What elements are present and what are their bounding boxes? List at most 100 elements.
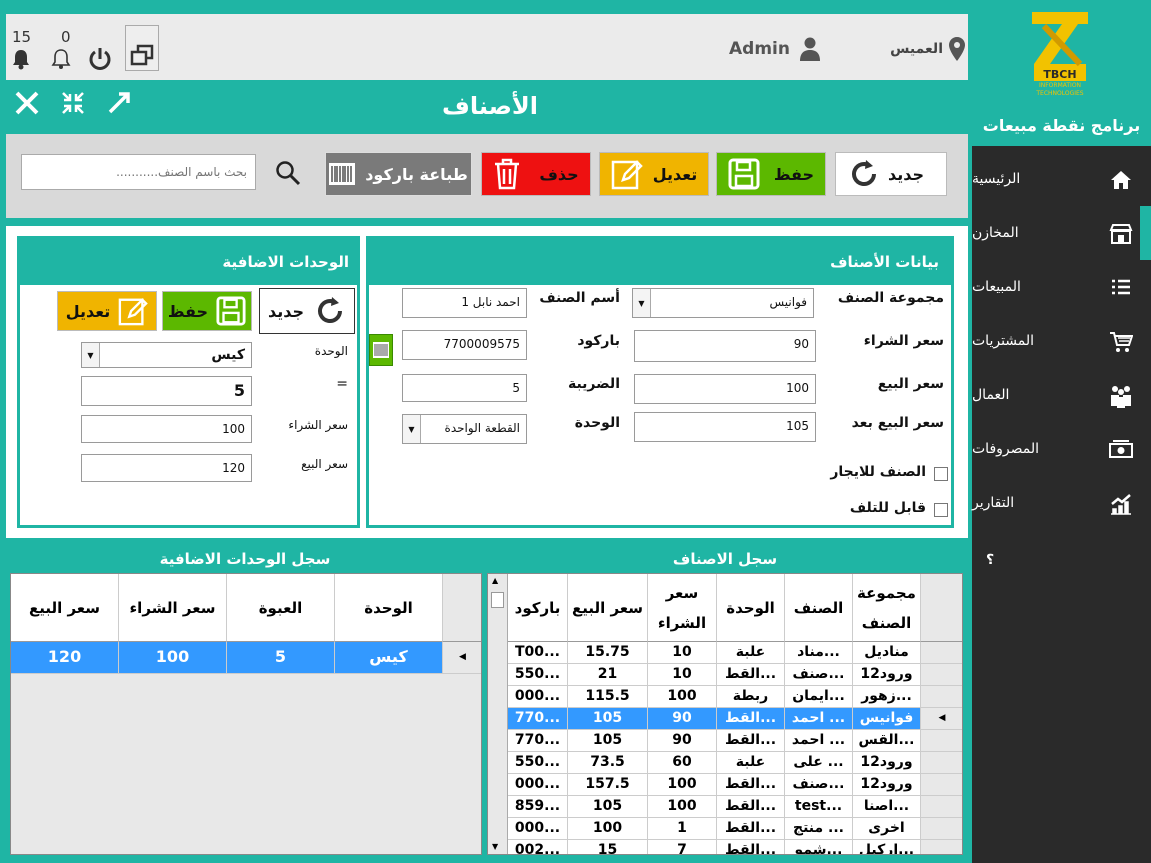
table-cell: 550... [508,664,568,686]
sidebar-item-chart[interactable]: التقارير [972,476,1151,530]
sidebar-item-label: الرئيسية [972,171,1021,187]
rent-label: الصنف للايجار [830,464,926,480]
workers-icon [1111,386,1131,408]
table-cell: احمد ... [785,708,853,730]
scroll-down-icon[interactable]: ▼ [492,842,498,851]
row-header[interactable] [921,752,962,774]
table-row[interactable]: 770... 105 90 القط... احمد ... القس... [508,730,962,752]
items-grid-scrollbar[interactable]: ▲ ▼ [488,574,508,854]
row-header[interactable] [921,774,962,796]
damage-checkbox[interactable] [934,503,948,517]
table-cell: كيس [335,642,443,674]
units-edit-button[interactable]: تعديل [57,291,157,331]
sidebar-item-label: المشتريات [972,333,1035,349]
help-link[interactable]: ؟ [986,552,994,568]
units-save-button[interactable]: حفظ [162,291,252,331]
search-icon[interactable] [275,160,301,186]
name-input[interactable]: احمد نابل 1 [402,288,527,318]
units-new-button[interactable]: جديد [259,288,355,334]
buy-price-input[interactable]: 90 [634,330,816,362]
row-header[interactable]: ◀ [443,642,481,674]
table-row[interactable]: 550... 21 10 القط... صنف... ورود12 [508,664,962,686]
table-cell: القط... [717,796,785,818]
maximize-icon[interactable] [106,90,132,116]
location: العميس [850,34,965,64]
sidebar-item-workers[interactable]: العمال [972,368,1151,422]
sidebar-item-home[interactable]: الرئيسية [972,152,1151,206]
col-u-sell[interactable]: سعر البيع [11,574,119,642]
col-item[interactable]: الصنف [785,574,853,642]
table-cell: 100 [648,774,717,796]
tax-input[interactable]: 5 [402,374,527,402]
col-group[interactable]: مجموعة الصنف [853,574,921,642]
store-icon [1109,224,1133,244]
generate-barcode-button[interactable] [369,334,393,366]
sell-price-input[interactable]: 100 [634,374,816,404]
new-button[interactable]: جديد [835,152,947,196]
unit-select[interactable]: ▼ القطعة الواحدة [402,414,527,444]
sell-after-input[interactable]: 105 [634,412,816,442]
units-unit-select[interactable]: ▼ كيس [81,342,252,368]
table-cell: فوانيس [853,708,921,730]
close-icon[interactable] [14,90,40,116]
print-barcode-button[interactable]: طباعة باركود [325,152,472,196]
row-header[interactable] [921,686,962,708]
search-input[interactable] [21,154,256,190]
table-cell: 000... [508,774,568,796]
units-equals-input[interactable]: 5 [81,376,252,406]
col-unit[interactable]: الوحدة [717,574,785,642]
table-cell: T00... [508,642,568,664]
restore-window-button[interactable] [125,25,159,71]
group-select[interactable]: ▼ فوانيس [632,288,814,318]
table-row[interactable]: 859... 105 100 القط... test... اصنا... [508,796,962,818]
table-row[interactable]: 000... 115.5 100 ربطة ايمان... زهور... [508,686,962,708]
table-row[interactable]: T00... 15.75 10 علبة مناد... مناديل [508,642,962,664]
barcode-input[interactable]: 7700009575 [402,330,527,360]
table-cell: 100 [568,818,648,840]
table-row[interactable]: 770... 105 90 القط... احمد ... فوانيس ◀ [508,708,962,730]
units-buy-input[interactable]: 100 [81,415,252,443]
row-header[interactable] [921,730,962,752]
table-cell: القط... [717,664,785,686]
table-cell: القط... [717,730,785,752]
table-row[interactable]: 550... 73.5 60 علبة على ... ورود12 [508,752,962,774]
row-header[interactable] [921,642,962,664]
units-form-title: الوحدات الاضافية [20,239,357,285]
row-header[interactable] [921,818,962,840]
sidebar-item-store[interactable]: المخازن [972,206,1151,260]
scroll-thumb[interactable] [491,592,504,608]
table-row[interactable]: 000... 100 1 القط... منتج ... اخرى [508,818,962,840]
save-button[interactable]: حفظ [716,152,826,196]
sidebar-item-list[interactable]: المبيعات [972,260,1151,314]
user-menu[interactable]: Admin [700,34,820,64]
row-header[interactable] [921,664,962,686]
rent-checkbox[interactable] [934,467,948,481]
alerts-icon[interactable]: 0 [50,28,72,72]
col-sell[interactable]: سعر البيع [568,574,648,642]
delete-button[interactable]: حذف [481,152,591,196]
sidebar-item-cart[interactable]: المشتريات [972,314,1151,368]
power-icon[interactable] [87,46,113,72]
table-row[interactable]: 002... 15 7 القط... شمو... اركيل... [508,840,962,854]
col-u-buy[interactable]: سعر الشراء [119,574,227,642]
table-cell: 10 [648,642,717,664]
row-header[interactable] [921,840,962,854]
edit-button[interactable]: تعديل [599,152,709,196]
scroll-up-icon[interactable]: ▲ [492,576,498,585]
units-new-label: جديد [267,301,305,321]
row-header[interactable]: ◀ [921,708,962,730]
barcode-icon [329,163,356,185]
col-u-pack[interactable]: العبوة [227,574,335,642]
col-buy[interactable]: سعر الشراء [648,574,717,642]
row-header[interactable] [921,796,962,818]
units-sell-input[interactable]: 120 [81,454,252,482]
table-cell: ايمان... [785,686,853,708]
minimize-icon[interactable] [60,90,86,116]
col-u-unit[interactable]: الوحدة [335,574,443,642]
table-row[interactable]: 120 100 5 كيس ◀ [11,642,481,674]
user-icon [800,37,820,61]
col-barcode[interactable]: باركود [508,574,568,642]
table-row[interactable]: 000... 157.5 100 القط... صنف... ورود12 [508,774,962,796]
sidebar-item-money[interactable]: المصروفات [972,422,1151,476]
notifications-icon[interactable]: 15 [10,28,32,72]
